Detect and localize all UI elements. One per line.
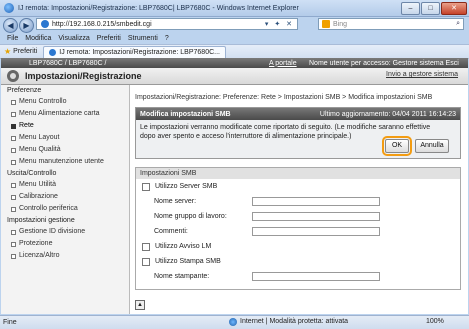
sidebar-section-title: Preferenze bbox=[7, 87, 42, 94]
sidebar-item-alimentazione-carta[interactable]: Menu Alimentazione carta bbox=[1, 108, 129, 120]
device-header: LBP7680C / LBP7680C / A portale Nome ute… bbox=[1, 58, 468, 68]
back-icon[interactable]: ◀ bbox=[3, 17, 18, 33]
url-tools-icon[interactable]: ▾ ✦ ✕ bbox=[265, 20, 294, 28]
smb-settings-section: Impostazioni SMB Utilizzo Server SMB Nom… bbox=[135, 167, 461, 290]
menu-file[interactable]: File bbox=[7, 35, 18, 42]
sidebar-item-menu-controllo[interactable]: Menu Controllo bbox=[1, 96, 129, 108]
section-body: Utilizzo Server SMB Nome server: Nome gr… bbox=[136, 179, 460, 289]
section-title: Impostazioni SMB bbox=[136, 168, 460, 179]
page-title: Impostazioni/Registrazione bbox=[25, 71, 142, 81]
main-panel: Impostazioni/Registrazione: Preferenze: … bbox=[135, 85, 461, 290]
user-info[interactable]: Nome utente per accesso: Gestore sistema… bbox=[309, 60, 459, 67]
sidebar-section-title: Impostazioni gestione bbox=[7, 217, 75, 224]
confirm-dialog: Modifica impostazioni SMB Ultimo aggiorn… bbox=[135, 107, 461, 159]
printer-name-row: Nome stampante: bbox=[142, 271, 454, 282]
device-model: LBP7680C / LBP7680C / bbox=[29, 59, 107, 67]
smb-server-row: Utilizzo Server SMB bbox=[142, 181, 454, 192]
page-header: Impostazioni/Registrazione Invio a gesto… bbox=[1, 68, 468, 85]
lm-checkbox[interactable] bbox=[142, 242, 150, 251]
favorites-bar: ★ Preferiti IJ remota: Impostazioni/Regi… bbox=[0, 44, 469, 59]
sidebar-item-calibrazione[interactable]: Calibrazione bbox=[1, 191, 129, 203]
zoom-level[interactable]: 100% bbox=[426, 318, 444, 325]
smb-print-label: Utilizzo Stampa SMB bbox=[155, 258, 221, 265]
menu-visualizza[interactable]: Visualizza bbox=[58, 35, 89, 42]
page-icon bbox=[41, 20, 49, 28]
sidebar-item-menu-utilita[interactable]: Menu Utilità bbox=[1, 179, 129, 191]
ie-icon bbox=[4, 3, 14, 13]
lm-label: Utilizzo Avviso LM bbox=[155, 243, 212, 250]
window-controls: – □ ✕ bbox=[401, 2, 467, 15]
favorites-star-icon[interactable]: ★ bbox=[4, 47, 11, 56]
search-icon[interactable]: ⌕ bbox=[456, 20, 460, 28]
smb-print-row: Utilizzo Stampa SMB bbox=[142, 256, 454, 267]
cancel-button[interactable]: Annulla bbox=[415, 139, 449, 153]
forward-icon[interactable]: ▶ bbox=[19, 17, 34, 33]
page-content: LBP7680C / LBP7680C / A portale Nome ute… bbox=[1, 58, 468, 314]
menu-preferiti[interactable]: Preferiti bbox=[97, 35, 121, 42]
workgroup-label: Nome gruppo di lavoro: bbox=[154, 213, 227, 220]
breadcrumb: Impostazioni/Registrazione: Preferenze: … bbox=[135, 94, 433, 101]
printer-name-label: Nome stampante: bbox=[154, 273, 210, 280]
settings-gear-icon bbox=[7, 70, 19, 82]
smb-print-checkbox[interactable] bbox=[142, 257, 150, 266]
workgroup-field[interactable] bbox=[252, 212, 380, 221]
dialog-header: Modifica impostazioni SMB Ultimo aggiorn… bbox=[136, 108, 460, 120]
server-name-row: Nome server: bbox=[142, 196, 454, 207]
address-bar: ◀ ▶ http://192.168.0.215/smbedit.cgi ▾ ✦… bbox=[0, 17, 469, 33]
status-bar: Fine Internet | Modalità protetta: attiv… bbox=[0, 315, 469, 329]
menu-modifica[interactable]: Modifica bbox=[25, 35, 51, 42]
sidebar-section-title: Uscita/Controllo bbox=[7, 170, 57, 177]
sidebar-item-licenza[interactable]: Licenza/Altro bbox=[1, 250, 129, 262]
scroll-top-icon[interactable]: ▲ bbox=[135, 300, 145, 310]
sidebar-item-gestione-id[interactable]: Gestione ID divisione bbox=[1, 226, 129, 238]
comments-label: Commenti: bbox=[154, 228, 188, 235]
tab-page-icon bbox=[49, 48, 57, 56]
last-updated: Ultimo aggiornamento: 04/04 2011 16:14:2… bbox=[319, 110, 456, 118]
comments-row: Commenti: bbox=[142, 226, 454, 237]
sysadmin-link[interactable]: Invio a gestore sistema bbox=[386, 71, 458, 78]
browser-tab[interactable]: IJ remota: Impostazioni/Registrazione: L… bbox=[43, 45, 226, 58]
maximize-button[interactable]: □ bbox=[421, 2, 440, 15]
tab-title: IJ remota: Impostazioni/Registrazione: L… bbox=[59, 48, 220, 56]
sidebar-item-menu-layout[interactable]: Menu Layout bbox=[1, 132, 129, 144]
bing-icon bbox=[322, 20, 330, 28]
printer-name-field[interactable] bbox=[252, 272, 380, 281]
menu-bar: File Modifica Visualizza Preferiti Strum… bbox=[0, 33, 469, 44]
title-bar: IJ remota: Impostazioni/Registrazione: L… bbox=[0, 0, 469, 17]
sidebar-item-menu-qualita[interactable]: Menu Qualità bbox=[1, 144, 129, 156]
sidebar-item-protezione[interactable]: Protezione bbox=[1, 238, 129, 250]
url-text: http://192.168.0.215/smbedit.cgi bbox=[52, 20, 152, 28]
url-field[interactable]: http://192.168.0.215/smbedit.cgi ▾ ✦ ✕ bbox=[36, 18, 298, 30]
workgroup-row: Nome gruppo di lavoro: bbox=[142, 211, 454, 222]
favorites-button[interactable]: Preferiti bbox=[13, 48, 37, 55]
status-text: Fine bbox=[3, 319, 17, 326]
menu-help[interactable]: ? bbox=[165, 35, 169, 42]
server-name-field[interactable] bbox=[252, 197, 380, 206]
menu-strumenti[interactable]: Strumenti bbox=[128, 35, 158, 42]
search-input[interactable]: Bing ⌕ bbox=[318, 18, 464, 30]
sidebar: Preferenze Menu Controllo Menu Alimentaz… bbox=[1, 85, 130, 314]
search-placeholder: Bing bbox=[333, 20, 348, 28]
close-button[interactable]: ✕ bbox=[441, 2, 467, 15]
comments-field[interactable] bbox=[252, 227, 380, 236]
browser-window: IJ remota: Impostazioni/Registrazione: L… bbox=[0, 0, 469, 329]
dialog-body: Le impostazioni verranno modificate come… bbox=[136, 120, 460, 158]
window-title: IJ remota: Impostazioni/Registrazione: L… bbox=[18, 4, 299, 12]
portal-link[interactable]: A portale bbox=[269, 60, 297, 67]
dialog-title: Modifica impostazioni SMB bbox=[140, 110, 231, 118]
smb-server-checkbox[interactable] bbox=[142, 182, 150, 191]
smb-server-label: Utilizzo Server SMB bbox=[155, 183, 218, 190]
sidebar-item-manutenzione-utente[interactable]: Menu manutenzione utente bbox=[1, 156, 129, 168]
sidebar-item-controllo-periferica[interactable]: Controllo periferica bbox=[1, 203, 129, 215]
internet-zone-icon bbox=[229, 318, 237, 326]
ok-button[interactable]: OK bbox=[382, 136, 412, 156]
lm-row: Utilizzo Avviso LM bbox=[142, 241, 454, 252]
minimize-button[interactable]: – bbox=[401, 2, 420, 15]
security-zone[interactable]: Internet | Modalità protetta: attivata bbox=[240, 318, 348, 325]
sidebar-item-rete[interactable]: Rete bbox=[1, 120, 129, 132]
server-name-label: Nome server: bbox=[154, 198, 197, 205]
